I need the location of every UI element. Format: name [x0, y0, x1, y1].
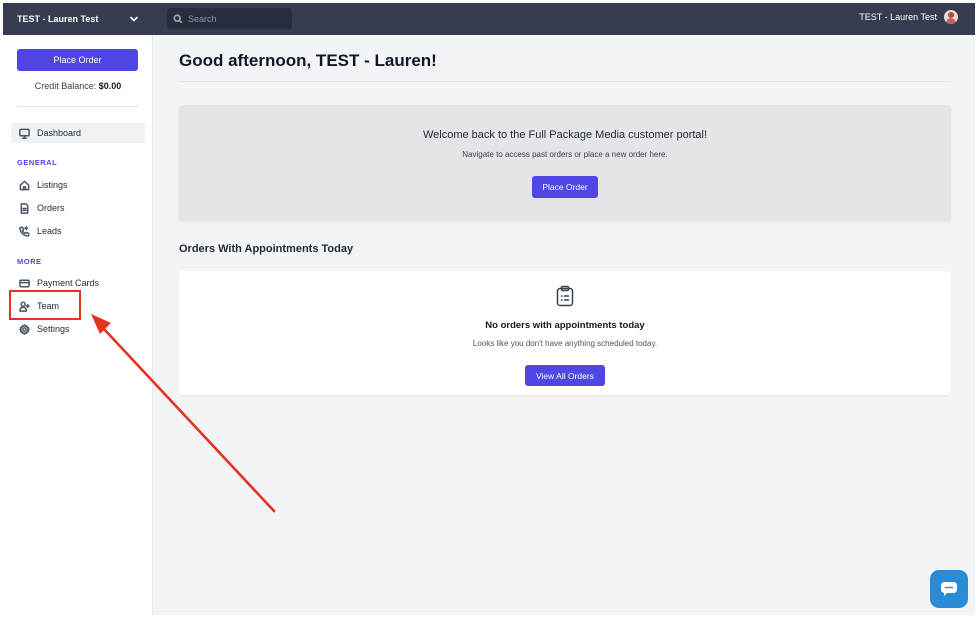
- credit-balance-label: Credit Balance:: [34, 81, 97, 91]
- credit-card-icon: [19, 279, 30, 287]
- app-window: TEST - Lauren Test Place Order Credit Ba…: [3, 3, 975, 615]
- user-menu[interactable]: TEST - Lauren Test: [859, 10, 958, 24]
- section-label-more: MORE: [17, 257, 42, 266]
- sidebar-item-label: Orders: [37, 203, 65, 213]
- chat-button[interactable]: [930, 570, 968, 608]
- top-bar: TEST - Lauren Test: [153, 3, 975, 35]
- chevron-down-icon: [130, 16, 138, 22]
- sidebar-item-settings[interactable]: Settings: [11, 319, 145, 339]
- document-icon: [20, 202, 29, 214]
- search-icon: [173, 13, 183, 23]
- sidebar-item-label: Dashboard: [37, 128, 82, 138]
- empty-state-subtitle: Looks like you don't have anything sched…: [472, 339, 658, 348]
- account-name: TEST - Lauren Test: [17, 14, 99, 24]
- sidebar-place-order-button[interactable]: Place Order: [17, 49, 138, 71]
- appointments-card: No orders with appointments today Looks …: [179, 271, 951, 395]
- credit-balance: Credit Balance: $0.00: [3, 81, 153, 91]
- team-highlight-box: [9, 290, 81, 320]
- appointments-section-title: Orders With Appointments Today: [179, 243, 354, 255]
- sidebar-item-label: Payment Cards: [37, 278, 100, 288]
- credit-balance-value: $0.00: [98, 81, 122, 91]
- empty-state-title: No orders with appointments today: [485, 320, 645, 331]
- gear-icon: [19, 323, 30, 335]
- welcome-card: Welcome back to the Full Package Media c…: [179, 105, 951, 221]
- welcome-subtitle: Navigate to access past orders or place …: [462, 150, 668, 159]
- sidebar-item-label: Settings: [37, 324, 70, 334]
- welcome-title: Welcome back to the Full Package Media c…: [422, 129, 708, 141]
- view-all-orders-button[interactable]: View All Orders: [525, 365, 605, 386]
- search-input[interactable]: [188, 13, 288, 24]
- search-box[interactable]: [167, 8, 292, 29]
- place-order-button[interactable]: Place Order: [532, 176, 598, 198]
- avatar[interactable]: [944, 10, 958, 24]
- chat-bubble-icon: [941, 582, 957, 596]
- sidebar-item-label: Leads: [37, 226, 62, 236]
- account-switcher[interactable]: TEST - Lauren Test: [3, 3, 153, 35]
- sidebar-divider: [17, 106, 139, 107]
- title-divider: [179, 81, 951, 82]
- sidebar-item-leads[interactable]: Leads: [11, 221, 145, 241]
- sidebar-item-dashboard[interactable]: Dashboard: [11, 123, 145, 143]
- sidebar-item-label: Listings: [37, 180, 68, 190]
- monitor-icon: [19, 128, 30, 139]
- phone-icon: [19, 225, 30, 237]
- sidebar-item-orders[interactable]: Orders: [11, 198, 145, 218]
- page-title: Good afternoon, TEST - Lauren!: [179, 51, 437, 70]
- home-icon: [19, 180, 30, 190]
- clipboard-list-icon: [555, 285, 575, 307]
- sidebar-item-listings[interactable]: Listings: [11, 175, 145, 195]
- sidebar: TEST - Lauren Test Place Order Credit Ba…: [3, 3, 153, 615]
- user-name: TEST - Lauren Test: [859, 12, 937, 22]
- section-label-general: GENERAL: [17, 158, 58, 167]
